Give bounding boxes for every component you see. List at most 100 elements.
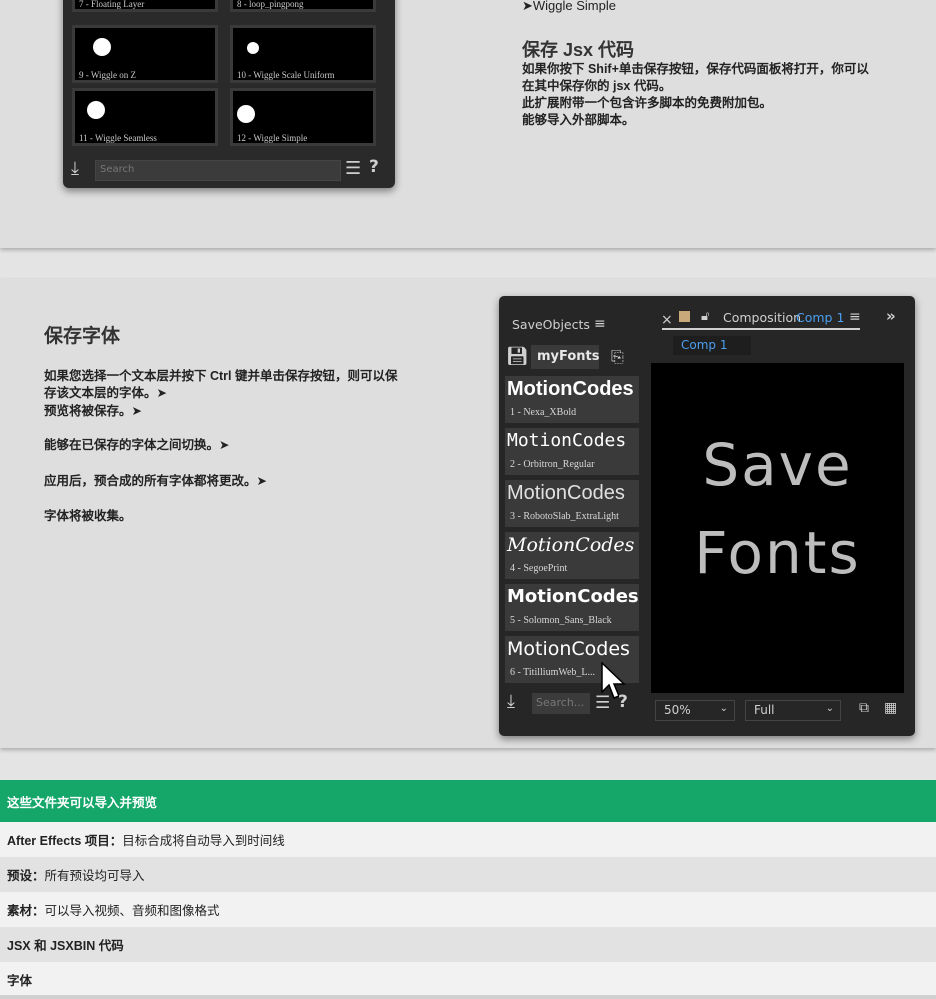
viewer-text-line: Fonts — [694, 519, 861, 587]
font-sample: MotionCodes — [507, 482, 625, 504]
row-label: JSX 和 JSXBIN 代码 — [7, 939, 124, 953]
font-tile[interactable]: MotionCodes 2 - Orbitron_Regular — [505, 428, 639, 475]
preset-caption: 11 - Wiggle Seamless — [79, 133, 157, 143]
help-icon[interactable]: ? — [618, 692, 628, 712]
table-row: 预设： 所有预设均可导入 — [0, 857, 936, 892]
lock-icon[interactable]: 🔓︎ — [701, 309, 709, 324]
font-caption: 1 - Nexa_XBold — [510, 407, 577, 418]
chevron-down-icon: ⌄ — [825, 703, 834, 714]
font-sample: MotionCodes — [507, 378, 634, 400]
preview-dot — [87, 101, 105, 119]
preset-caption: 9 - Wiggle on Z — [79, 70, 136, 80]
comp-tab[interactable]: Comp 1 — [673, 336, 751, 355]
font-sample: MotionCodes — [507, 638, 630, 660]
row-label: 字体 — [7, 974, 33, 988]
chevron-down-icon: ⌄ — [719, 703, 728, 714]
save-jsx-heading: 保存 Jsx 代码 — [522, 40, 635, 60]
table-row: After Effects 项目： 目标合成将自动导入到时间线 — [0, 822, 936, 857]
save-jsx-description: 如果你按下 Shif+单击保存按钮，保存代码面板将打开，你可以 在其中保存你的 … — [522, 61, 897, 129]
table-row: 字体 — [0, 962, 936, 997]
divider — [0, 995, 936, 999]
table-header: 这些文件夹可以导入并预览 — [0, 780, 936, 822]
import-download-icon[interactable]: ⤓ — [507, 691, 515, 712]
preset-caption: 12 - Wiggle Simple — [237, 133, 308, 143]
viewer-text-line: Save — [702, 431, 853, 499]
font-tile[interactable]: MotionCodes 1 - Nexa_XBold — [505, 376, 639, 423]
row-text: 可以导入视频、音频和图像格式 — [44, 904, 220, 918]
wiggle-simple-link[interactable]: ➤Wiggle Simple — [522, 0, 616, 14]
search-input[interactable]: Search... — [532, 693, 590, 714]
description-line: 在其中保存你的 jsx 代码。 — [522, 79, 672, 93]
bookmark-add-icon[interactable]: ⎘ — [611, 347, 624, 367]
comp-menu-icon[interactable]: ≡ — [849, 309, 861, 325]
font-caption: 3 - RobotoSlab_ExtraLight — [510, 511, 619, 522]
row-label: After Effects 项目： — [7, 834, 123, 848]
folder-selector[interactable]: myFonts — [531, 345, 600, 369]
zoom-select[interactable]: 50% ⌄ — [655, 700, 735, 721]
font-caption: 6 - TitilliumWeb_L... — [510, 667, 596, 678]
search-input[interactable]: Search — [95, 160, 341, 181]
font-tile[interactable]: MotionCodes 4 - SegoePrint — [505, 532, 639, 579]
font-tile[interactable]: MotionCodes 3 - RobotoSlab_ExtraLight — [505, 480, 639, 527]
folder-name: myFonts — [537, 349, 600, 364]
panel-menu-icon[interactable]: ≡ — [594, 316, 606, 332]
preset-caption: 7 - Floating Layer — [79, 0, 145, 9]
preset-tile[interactable]: 11 - Wiggle Seamless — [72, 88, 218, 146]
table-row: 素材： 可以导入视频、音频和图像格式 — [0, 892, 936, 927]
row-label: 预设： — [7, 869, 45, 883]
list-upload-icon[interactable]: ☰ — [595, 693, 610, 713]
font-sample: MotionCodes — [507, 430, 627, 451]
font-caption: 5 - Solomon_Sans_Black — [510, 615, 612, 626]
panel-toolbar: ⤓ Search ☰ ? — [63, 156, 395, 186]
transparency-grid-icon[interactable]: ▦ — [884, 700, 897, 716]
preset-tile[interactable]: 9 - Wiggle on Z — [72, 25, 218, 83]
expand-icon[interactable]: » — [886, 307, 896, 325]
table-row: JSX 和 JSXBIN 代码 — [0, 927, 936, 962]
tab-underline — [662, 328, 860, 330]
font-caption: 4 - SegoePrint — [510, 563, 568, 574]
import-download-icon[interactable]: ⤓ — [71, 158, 79, 179]
panel-title: SaveObjects — [512, 317, 590, 332]
composition-viewer[interactable]: Save Fonts — [651, 363, 904, 693]
font-caption: 2 - Orbitron_Regular — [510, 459, 595, 470]
fonts-text-line: 存该文本层的字体。➤ — [44, 386, 167, 400]
close-tab-icon[interactable]: × — [661, 312, 673, 328]
jsx-section: 7 - Floating Layer 8 - loop_pingpong 9 -… — [0, 0, 936, 248]
description-line: 能够导入外部脚本。 — [522, 113, 635, 127]
presets-panel: 7 - Floating Layer 8 - loop_pingpong 9 -… — [63, 0, 395, 188]
list-upload-icon[interactable]: ☰ — [345, 158, 361, 179]
font-sample: MotionCodes — [507, 534, 635, 556]
font-sample: MotionCodes — [507, 586, 639, 607]
save-objects-panel: SaveObjects ≡ × 🔓︎ Composition Comp 1 ≡ … — [499, 296, 915, 736]
preview-dot — [237, 105, 255, 123]
font-tile[interactable]: MotionCodes 5 - Solomon_Sans_Black — [505, 584, 639, 631]
description-line: 如果你按下 Shif+单击保存按钮，保存代码面板将打开，你可以 — [522, 62, 869, 76]
fonts-text-line: 应用后，预合成的所有字体都将更改。➤ — [44, 474, 267, 488]
comp-name[interactable]: Comp 1 — [796, 310, 844, 325]
preset-caption: 10 - Wiggle Scale Uniform — [237, 70, 335, 80]
zoom-value: 50% — [664, 703, 691, 717]
preset-tile[interactable]: 8 - loop_pingpong — [230, 0, 376, 12]
resolution-select[interactable]: Full ⌄ — [745, 700, 841, 721]
fonts-text-line: 能够在已保存的字体之间切换。➤ — [44, 438, 230, 452]
fonts-text-line: 预览将被保存。➤ — [44, 404, 142, 418]
snapshot-icon[interactable]: ⧉ — [859, 700, 869, 716]
row-label: 素材： — [7, 904, 45, 918]
save-icon[interactable]: 💾︎ — [506, 346, 529, 367]
comp-color-icon — [679, 311, 690, 322]
row-text: 目标合成将自动导入到时间线 — [122, 834, 285, 848]
description-line: 此扩展附带一个包含许多脚本的免费附加包。 — [522, 96, 773, 110]
save-fonts-section: 保存字体 如果您选择一个文本层并按下 Ctrl 键并单击保存按钮，则可以保 存该… — [0, 279, 936, 748]
preset-tile[interactable]: 7 - Floating Layer — [72, 0, 218, 12]
row-text: 所有预设均可导入 — [44, 869, 145, 883]
preview-dot — [247, 42, 259, 54]
preview-dot — [93, 38, 111, 56]
save-fonts-heading: 保存字体 — [44, 326, 121, 347]
preset-tile[interactable]: 10 - Wiggle Scale Uniform — [230, 25, 376, 83]
preset-caption: 8 - loop_pingpong — [237, 0, 304, 9]
fonts-text-line: 字体将被收集。 — [44, 509, 132, 523]
preset-tile[interactable]: 12 - Wiggle Simple — [230, 88, 376, 146]
help-icon[interactable]: ? — [369, 157, 379, 177]
composition-label: Composition — [723, 310, 802, 325]
resolution-value: Full — [754, 703, 775, 717]
